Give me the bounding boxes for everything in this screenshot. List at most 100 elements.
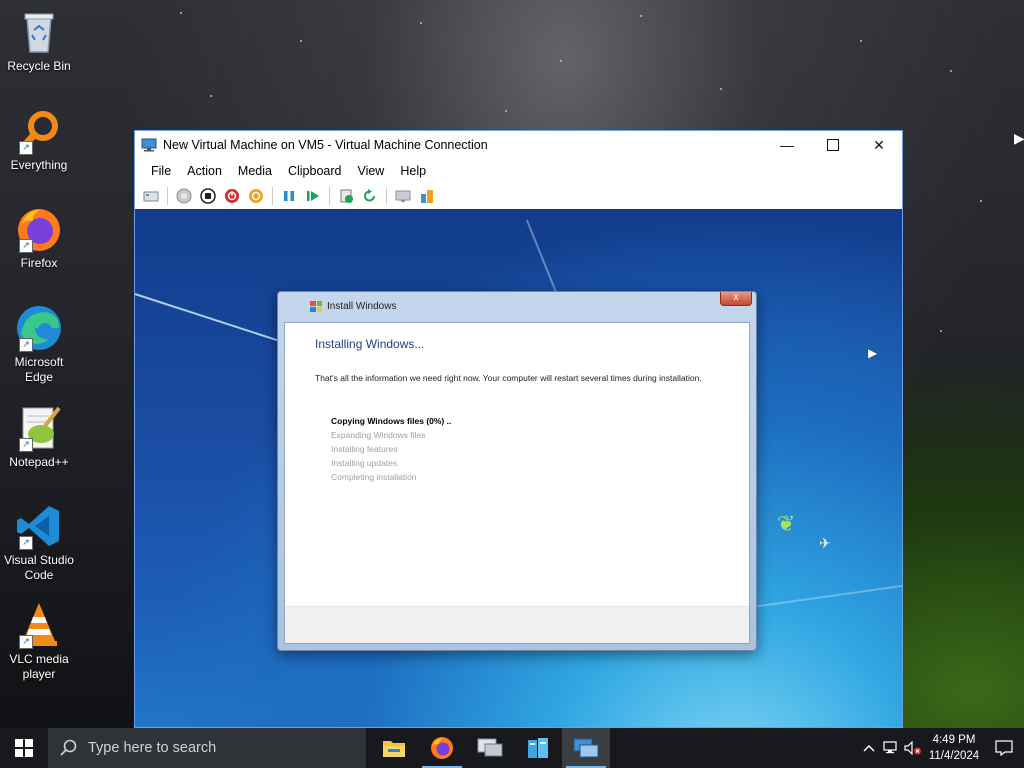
desktop-icon-label: VLC media player [9, 652, 69, 681]
desktop-icon-recycle-bin[interactable]: Recycle Bin [2, 8, 76, 74]
desktop-icon-firefox[interactable]: ↗ Firefox [2, 205, 76, 271]
desktop-icon-notepad-plus-plus[interactable]: ↗ Notepad++ [2, 404, 76, 470]
vm-connection-window[interactable]: New Virtual Machine on VM5 - Virtual Mac… [134, 130, 903, 728]
taskbar-server-manager[interactable] [514, 728, 562, 768]
install-step-copying: Copying Windows files (0%) .. [331, 416, 452, 426]
taskbar: Type here to search 4:49 PM 11/4/2024 [0, 728, 1024, 768]
save-icon[interactable] [247, 187, 265, 205]
desktop-icon-label: Firefox [20, 256, 58, 270]
guest-mouse-cursor-icon: ▶ [868, 346, 878, 360]
windows-flag-icon [310, 300, 322, 312]
install-windows-dialog[interactable]: Install Windows x Installing Windows... … [277, 291, 757, 651]
menu-view[interactable]: View [349, 164, 392, 178]
maximize-button[interactable] [810, 131, 856, 159]
taskbar-remote-desktop[interactable] [466, 728, 514, 768]
close-icon: ✕ [873, 136, 885, 153]
recycle-bin-icon [15, 8, 63, 56]
install-dialog-title: Install Windows [327, 300, 397, 312]
revert-icon[interactable] [361, 187, 379, 205]
taskbar-clock[interactable]: 4:49 PM 11/4/2024 [924, 732, 984, 764]
search-icon [60, 739, 78, 757]
firefox-icon: ↗ [15, 205, 63, 253]
install-steps-list: Copying Windows files (0%) .. Expanding … [331, 414, 451, 484]
install-step-completing: Completing installation [331, 472, 417, 482]
install-step-features: Installing features [331, 444, 398, 454]
clock-date: 11/4/2024 [928, 750, 980, 762]
wallpaper-bird-icon: ✈ [819, 535, 831, 551]
notepad-plus-plus-icon: ↗ [15, 404, 63, 452]
file-explorer-icon [383, 741, 405, 757]
minimize-button[interactable]: — [764, 131, 810, 159]
vm-toolbar [135, 183, 902, 210]
menu-clipboard[interactable]: Clipboard [280, 164, 350, 178]
shortcut-arrow-icon: ↗ [19, 536, 33, 550]
vscode-icon: ↗ [15, 502, 63, 550]
desktop-icon-everything[interactable]: ↗ Everything [2, 107, 76, 173]
shortcut-arrow-icon: ↗ [19, 338, 33, 352]
vm-connection-app-icon [141, 138, 157, 152]
vm-window-titlebar[interactable]: New Virtual Machine on VM5 - Virtual Mac… [135, 131, 902, 159]
desktop-icon-label: Microsoft Edge [14, 355, 64, 384]
server-manager-icon [528, 738, 548, 758]
desktop-icon-label: Recycle Bin [7, 59, 71, 73]
system-tray: 4:49 PM 11/4/2024 [858, 728, 1024, 768]
desktop-icon-label: Visual Studio Code [4, 553, 74, 582]
windows-logo-icon [15, 739, 33, 757]
tray-overflow-chevron-up-icon[interactable] [858, 728, 880, 768]
taskbar-search-box[interactable]: Type here to search [48, 728, 366, 768]
notification-icon [995, 740, 1013, 756]
clock-time: 4:49 PM [932, 734, 976, 746]
desktop-icon-label: Everything [10, 158, 68, 172]
firefox-icon [431, 737, 453, 759]
shortcut-arrow-icon: ↗ [19, 635, 33, 649]
mouse-cursor-icon: ▶ [1014, 130, 1024, 146]
network-icon[interactable] [880, 728, 902, 768]
install-dialog-body: Installing Windows... That's all the inf… [284, 322, 750, 644]
taskbar-hyper-v-manager[interactable] [562, 728, 610, 768]
edge-icon: ↗ [15, 304, 63, 352]
desktop-icon-vscode[interactable]: ↗ Visual Studio Code [2, 502, 76, 583]
wallpaper-streak [526, 219, 558, 295]
shut-down-icon[interactable] [223, 187, 241, 205]
vm-window-title: New Virtual Machine on VM5 - Virtual Mac… [163, 138, 488, 152]
resume-icon[interactable] [304, 187, 322, 205]
pause-icon[interactable] [280, 187, 298, 205]
turn-off-icon[interactable] [199, 187, 217, 205]
install-dialog-titlebar[interactable]: Install Windows [278, 292, 756, 320]
install-dialog-footer [285, 606, 749, 643]
install-step-updates: Installing updates [331, 458, 398, 468]
shortcut-arrow-icon: ↗ [19, 438, 33, 452]
share-icon[interactable] [418, 187, 436, 205]
toolbar-separator [272, 187, 273, 205]
desktop-icon-edge[interactable]: ↗ Microsoft Edge [2, 304, 76, 385]
enhanced-session-icon[interactable] [394, 187, 412, 205]
volume-muted-icon[interactable] [902, 728, 924, 768]
menu-media[interactable]: Media [230, 164, 280, 178]
install-dialog-close-button[interactable]: x [720, 292, 752, 306]
search-placeholder: Type here to search [88, 740, 217, 756]
vm-guest-screen[interactable]: ❦ ✈ ▶ Install Windows x Installing Windo… [135, 209, 902, 727]
desktop-icon-vlc[interactable]: ↗ VLC media player [2, 601, 76, 682]
install-description: That's all the information we need right… [315, 373, 702, 383]
maximize-icon [827, 139, 839, 151]
menu-help[interactable]: Help [392, 164, 434, 178]
start-button[interactable] [0, 728, 48, 768]
wallpaper-streak [135, 293, 278, 341]
toolbar-separator [386, 187, 387, 205]
install-heading: Installing Windows... [315, 337, 425, 351]
taskbar-firefox[interactable] [418, 728, 466, 768]
menu-action[interactable]: Action [179, 164, 230, 178]
start-icon[interactable] [175, 187, 193, 205]
menu-file[interactable]: File [143, 164, 179, 178]
toolbar-separator [329, 187, 330, 205]
vm-menubar: File Action Media Clipboard View Help [135, 159, 902, 183]
remote-desktop-icon [477, 738, 503, 757]
toolbar-separator [167, 187, 168, 205]
action-center-button[interactable] [984, 728, 1024, 768]
close-button[interactable]: ✕ [856, 131, 902, 159]
taskbar-file-explorer[interactable] [370, 728, 418, 768]
checkpoint-icon[interactable] [337, 187, 355, 205]
install-step-expanding: Expanding Windows files [331, 430, 426, 440]
wallpaper-logo-icon: ❦ [777, 511, 796, 536]
ctrl-alt-del-icon[interactable] [142, 187, 160, 205]
